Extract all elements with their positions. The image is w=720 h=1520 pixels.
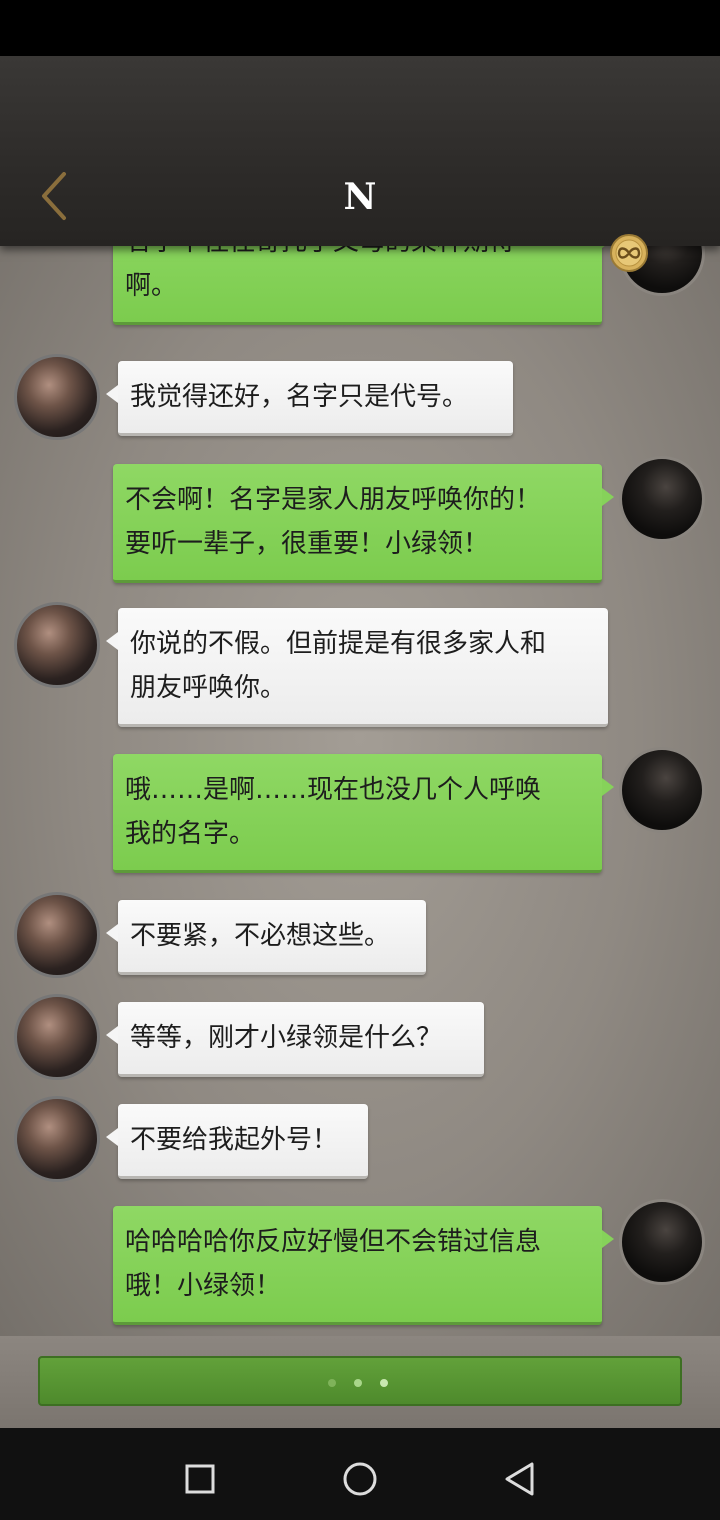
my-message-bubble: 名字中往往寄托了父母的某种期待啊。 bbox=[113, 246, 614, 325]
contact-avatar[interactable] bbox=[14, 602, 100, 688]
contact-message-bubble: 你说的不假。但前提是有很多家人和 朋友呼唤你。 bbox=[106, 608, 608, 727]
coin-button[interactable] bbox=[609, 233, 649, 273]
my-avatar[interactable] bbox=[619, 456, 705, 542]
contact-avatar[interactable] bbox=[14, 1096, 100, 1182]
triangle-back-icon bbox=[505, 1462, 534, 1496]
message-line: 我觉得还好，名字只是代号。 bbox=[130, 382, 469, 412]
circle-home-icon bbox=[343, 1462, 377, 1496]
my-avatar[interactable] bbox=[619, 747, 705, 833]
chat-header: N bbox=[0, 56, 720, 272]
reply-bar[interactable] bbox=[38, 1356, 682, 1406]
message-line: 我的名字。 bbox=[125, 819, 256, 849]
contact-avatar[interactable] bbox=[14, 892, 100, 978]
back-nav-button[interactable] bbox=[490, 1448, 550, 1508]
home-button[interactable] bbox=[330, 1448, 390, 1508]
contact-message-bubble: 不要紧，不必想这些。 bbox=[106, 900, 426, 975]
square-recents-icon bbox=[185, 1464, 215, 1494]
contact-message-bubble: 等等，刚才小绿领是什么？ bbox=[106, 1002, 484, 1077]
contact-avatar[interactable] bbox=[14, 994, 100, 1080]
chat-area[interactable]: 名字中往往寄托了父母的某种期待啊。我觉得还好，名字只是代号。不会啊！名字是家人朋… bbox=[0, 246, 720, 1336]
message-line: 哦……是啊……现在也没几个人呼唤 bbox=[125, 775, 542, 805]
infinity-coin-icon bbox=[610, 234, 648, 272]
typing-dot bbox=[328, 1379, 336, 1387]
message-line: 朋友呼唤你。 bbox=[130, 673, 287, 703]
message-line: 哦！小绿领！ bbox=[125, 1271, 282, 1301]
recents-button[interactable] bbox=[170, 1448, 230, 1508]
message-line: 不会啊！名字是家人朋友呼唤你的！ bbox=[125, 485, 542, 515]
message-line: 不要紧，不必想这些。 bbox=[130, 921, 391, 951]
message-line: 啊。 bbox=[125, 271, 178, 301]
bottom-panel bbox=[0, 1336, 720, 1428]
message-line: 名字中往往寄托了父母的某种期待 bbox=[125, 246, 590, 264]
message-line: 等等，刚才小绿领是什么？ bbox=[130, 1023, 443, 1053]
my-message-bubble: 哦……是啊……现在也没几个人呼唤 我的名字。 bbox=[113, 754, 614, 873]
my-message-bubble: 不会啊！名字是家人朋友呼唤你的！ 要听一辈子，很重要！小绿领！ bbox=[113, 464, 614, 583]
typing-dot bbox=[380, 1379, 388, 1387]
message-line: 要听一辈子，很重要！小绿领！ bbox=[125, 529, 490, 559]
status-bar bbox=[0, 0, 720, 56]
typing-dot bbox=[354, 1379, 362, 1387]
page-title: N bbox=[343, 176, 377, 218]
contact-message-bubble: 我觉得还好，名字只是代号。 bbox=[106, 361, 513, 436]
message-line: 哈哈哈哈你反应好慢但不会错过信息 bbox=[125, 1227, 542, 1257]
message-line: 你说的不假。但前提是有很多家人和 bbox=[130, 629, 547, 659]
my-message-bubble: 哈哈哈哈你反应好慢但不会错过信息 哦！小绿领！ bbox=[113, 1206, 614, 1325]
contact-avatar[interactable] bbox=[14, 354, 100, 440]
my-avatar[interactable] bbox=[619, 1199, 705, 1285]
contact-message-bubble: 不要给我起外号！ bbox=[106, 1104, 368, 1179]
message-line: 不要给我起外号！ bbox=[130, 1125, 339, 1155]
navigation-bar bbox=[0, 1428, 720, 1520]
